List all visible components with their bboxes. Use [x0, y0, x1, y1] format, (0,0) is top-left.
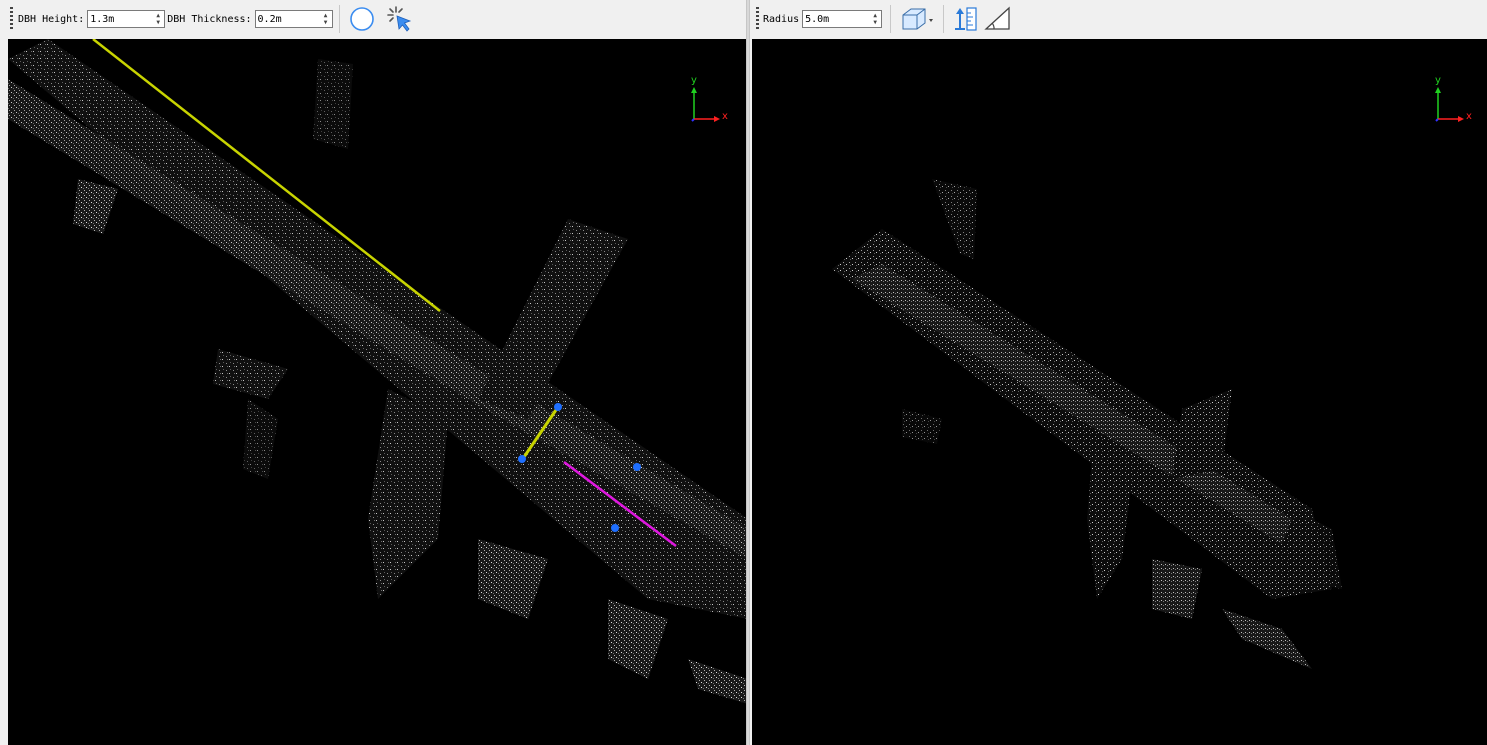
pick-point-button[interactable]: [386, 5, 414, 33]
left-toolbar: DBH Height: ▲▼ DBH Thickness: ▲▼: [0, 0, 746, 38]
angle-measure-button[interactable]: [984, 5, 1012, 33]
axis-x-label: x: [722, 111, 728, 122]
building-points: [688, 659, 746, 704]
building-points: [932, 179, 977, 259]
left-point-cloud-viewport[interactable]: y x: [8, 39, 746, 745]
marker-point[interactable]: [611, 524, 619, 532]
building-points: [478, 539, 548, 619]
toolbar-grip[interactable]: [10, 7, 13, 31]
building-points: [73, 179, 118, 234]
axis-y-label: y: [1435, 75, 1441, 86]
dbh-thickness-stepper[interactable]: ▲ ▼: [321, 11, 331, 27]
toolbar-separator: [338, 5, 340, 33]
cursor-select-icon: [386, 6, 411, 32]
dbh-thickness-label: DBH Thickness:: [167, 13, 252, 25]
circle-fit-button[interactable]: [348, 5, 376, 33]
right-toolbar: Radius ▲▼: [750, 0, 1487, 38]
axis-gizmo: y x: [690, 75, 730, 126]
axis-y-label: y: [691, 75, 697, 86]
building-points: [1222, 609, 1312, 669]
building-points: [1292, 509, 1342, 589]
radius-spinbox[interactable]: ▲▼: [802, 10, 883, 28]
height-measure-button[interactable]: [952, 5, 980, 33]
building-points: [608, 599, 668, 679]
axis-x-label: x: [1466, 111, 1472, 122]
height-measure-icon: [955, 7, 977, 31]
left-viewport-pane: DBH Height: ▲▼ DBH Thickness: ▲▼: [0, 0, 746, 745]
toolbar-grip[interactable]: [756, 7, 759, 31]
angle-measure-icon: [984, 6, 1010, 30]
axis-gizmo: y x: [1434, 75, 1474, 126]
right-viewport-pane: Radius ▲▼: [750, 0, 1487, 745]
dbh-height-spinbox[interactable]: ▲▼: [87, 10, 166, 28]
cross-street-south-points: [368, 389, 448, 599]
building-points: [243, 399, 278, 479]
marker-point[interactable]: [518, 455, 526, 463]
dbh-thickness-spinbox[interactable]: ▲▼: [254, 10, 333, 28]
radius-label: Radius: [763, 13, 800, 25]
building-points: [902, 409, 942, 444]
point-cloud-render: [832, 179, 1342, 669]
circle-icon: [349, 7, 374, 31]
view-cube-button[interactable]: [899, 5, 935, 33]
toolbar-separator: [943, 5, 945, 33]
dbh-height-label: DBH Height:: [18, 13, 85, 25]
marker-point[interactable]: [633, 463, 641, 471]
building-points: [313, 59, 353, 149]
point-cloud-render: [8, 39, 746, 704]
dbh-height-stepper[interactable]: ▲ ▼: [153, 11, 163, 27]
right-point-cloud-viewport[interactable]: y x: [752, 39, 1487, 745]
building-points: [1152, 559, 1202, 619]
marker-point[interactable]: [554, 403, 562, 411]
view-cube-icon: [902, 8, 934, 30]
radius-stepper[interactable]: ▲ ▼: [870, 11, 880, 27]
building-points: [213, 349, 288, 399]
toolbar-separator: [890, 5, 892, 33]
cross-street-south-points: [1087, 459, 1132, 599]
